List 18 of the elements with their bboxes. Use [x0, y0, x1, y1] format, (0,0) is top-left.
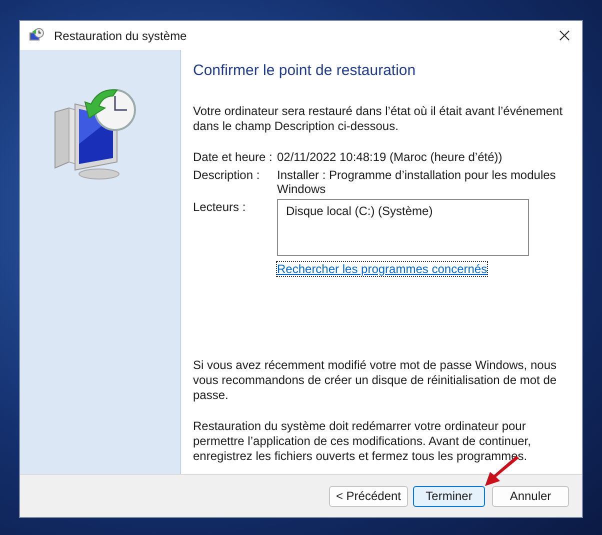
affected-programs-link[interactable]: Rechercher les programmes concernés	[277, 262, 488, 276]
restore-clock-icon	[29, 28, 45, 44]
drive-list[interactable]: Disque local (C:) (Système)	[277, 199, 529, 256]
close-icon[interactable]	[559, 30, 570, 41]
field-label: Description :	[193, 168, 261, 184]
dialog-button[interactable]: Terminer	[413, 486, 485, 506]
field-label: Lecteurs :	[193, 200, 247, 216]
field-value: 02/11/2022 10:48:19 (Maroc (heure d’été))	[277, 150, 504, 164]
note-text: Si vous avez récemment modifié votre mot de passe Windows, nous vous recommandons de créer un disque de réinitialisation de mot de passe.	[193, 358, 558, 403]
page-heading: Confirmer le point de restauration	[193, 62, 417, 79]
field-value: Installer : Programme d’installation pour les modules Windows	[277, 168, 557, 196]
dialog-button[interactable]: < Précédent	[328, 486, 408, 506]
note-text: Restauration du système doit redémarrer votre ordinateur pour permettre l’application de ces modifications. Avant de continuer, enregistrez les fichiers ouverts et fermez tous les programmes.	[193, 419, 532, 464]
window-title: Restauration du système	[54, 28, 188, 42]
intro-text: Votre ordinateur sera restauré dans l’état où il était avant l’événement dans le champ Description ci-dessous.	[193, 104, 564, 134]
drive-item[interactable]: Disque local (C:) (Système)	[286, 204, 520, 218]
dialog-button[interactable]: Annuler	[492, 486, 569, 506]
field-label: Date et heure :	[193, 150, 274, 164]
